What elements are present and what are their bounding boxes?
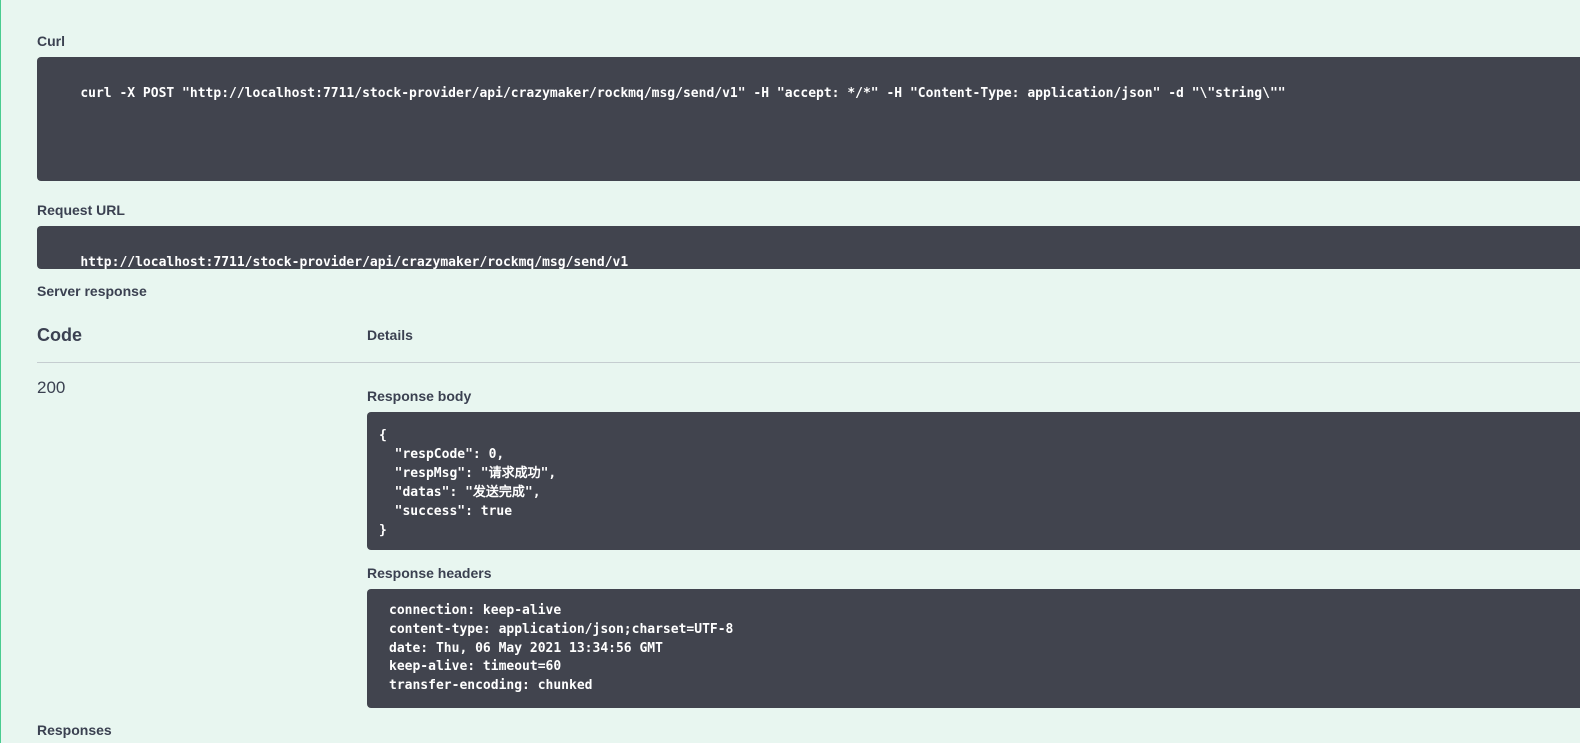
request-url-block[interactable]: http://localhost:7711/stock-provider/api… bbox=[37, 226, 1580, 269]
column-header-details: Details bbox=[367, 327, 413, 343]
table-divider bbox=[37, 362, 1580, 363]
curl-command-text: curl -X POST "http://localhost:7711/stoc… bbox=[80, 86, 1286, 101]
responses-label: Responses bbox=[37, 722, 112, 738]
header-line: connection: keep-alive bbox=[389, 603, 562, 618]
header-line: transfer-encoding: chunked bbox=[389, 678, 593, 694]
header-line: keep-alive: timeout=60 bbox=[389, 659, 562, 675]
column-header-code: Code bbox=[37, 325, 82, 345]
request-url-label: Request URL bbox=[37, 202, 125, 218]
response-headers-block[interactable]: connection: keep-alive content-type: appl… bbox=[367, 589, 1580, 708]
body-line: } bbox=[379, 523, 387, 538]
curl-command-block[interactable]: curl -X POST "http://localhost:7711/stoc… bbox=[37, 57, 1580, 181]
body-line: "success": true bbox=[379, 504, 513, 519]
body-line: { bbox=[379, 428, 387, 443]
response-status-code: 200 bbox=[37, 378, 66, 397]
response-headers-label: Response headers bbox=[367, 565, 492, 581]
response-panel: Curl curl -X POST "http://localhost:7711… bbox=[0, 0, 1580, 743]
response-body-label: Response body bbox=[367, 388, 472, 404]
curl-label: Curl bbox=[37, 33, 65, 49]
body-line: "respCode": 0, bbox=[379, 447, 505, 462]
body-line: "datas": "发送完成", bbox=[379, 485, 541, 500]
body-line: "respMsg": "请求成功", bbox=[379, 466, 557, 481]
server-response-label: Server response bbox=[37, 283, 147, 299]
header-line: content-type: application/json;charset=U… bbox=[389, 621, 734, 637]
request-url-text: http://localhost:7711/stock-provider/api… bbox=[80, 255, 629, 269]
response-body-block[interactable]: { "respCode": 0, "respMsg": "请求成功", "dat… bbox=[367, 412, 1580, 550]
header-line: date: Thu, 06 May 2021 13:34:56 GMT bbox=[389, 640, 663, 656]
